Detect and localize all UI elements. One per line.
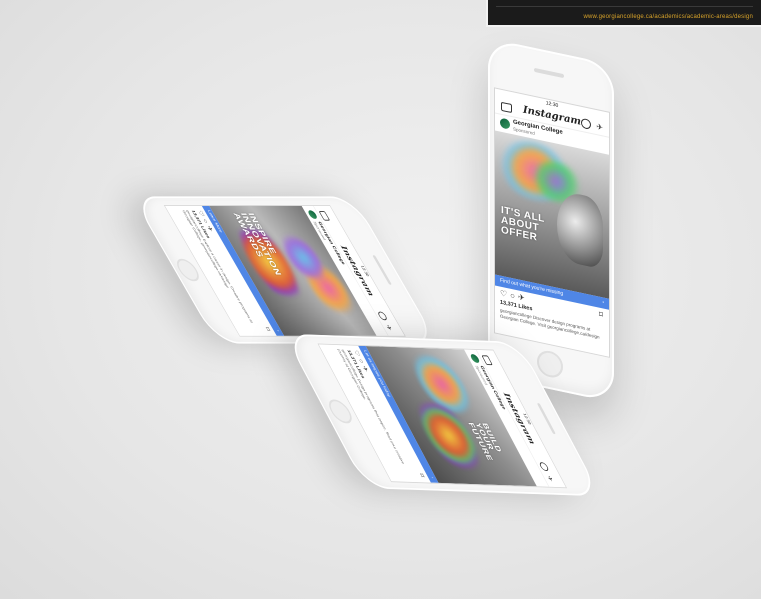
banner-url: www.georgiancollege.ca/academics/academi… <box>583 14 753 20</box>
post-caption: georgiancollege Discover design programs… <box>500 307 600 340</box>
chevron-right-icon: › <box>602 299 604 306</box>
phone-bottom-screen: 12:30 Instagram ✈ Georgian College Spons… <box>317 343 568 489</box>
chevron-right-icon: › <box>429 476 435 479</box>
photo-text: IT'S ALL ABOUT OFFER <box>501 204 545 244</box>
bookmark-icon[interactable]: ⌑ <box>264 327 272 331</box>
share-icon[interactable]: ✈ <box>518 292 528 303</box>
direct-message-icon[interactable]: ✈ <box>596 122 603 132</box>
comment-icon[interactable]: ○ <box>510 291 518 302</box>
mockup-scene: www.georgiancollege.ca/academics/academi… <box>0 0 761 599</box>
camera-sculpture <box>557 189 603 270</box>
banner-divider <box>496 6 753 7</box>
home-button[interactable] <box>537 348 563 380</box>
heart-icon[interactable]: ♡ <box>500 289 510 300</box>
avatar[interactable] <box>500 117 510 130</box>
bookmark-icon[interactable]: ⌑ <box>599 310 603 320</box>
post-photo[interactable]: IT'S ALL ABOUT OFFER <box>495 130 609 299</box>
igtv-icon[interactable] <box>581 117 591 130</box>
top-banner: www.georgiancollege.ca/academics/academi… <box>486 0 761 27</box>
bookmark-icon[interactable]: ⌑ <box>418 473 426 477</box>
camera-icon[interactable] <box>501 101 512 114</box>
phone-right-screen: 12:30 Instagram ✈ Georgian College Spons… <box>494 87 610 358</box>
phone-bottom-speaker <box>536 403 556 435</box>
phone-left-speaker <box>372 255 392 285</box>
direct-message-icon[interactable]: ✈ <box>384 325 393 331</box>
direct-message-icon[interactable]: ✈ <box>545 476 554 482</box>
phone-right-speaker <box>534 67 564 79</box>
chevron-right-icon: › <box>275 330 281 332</box>
